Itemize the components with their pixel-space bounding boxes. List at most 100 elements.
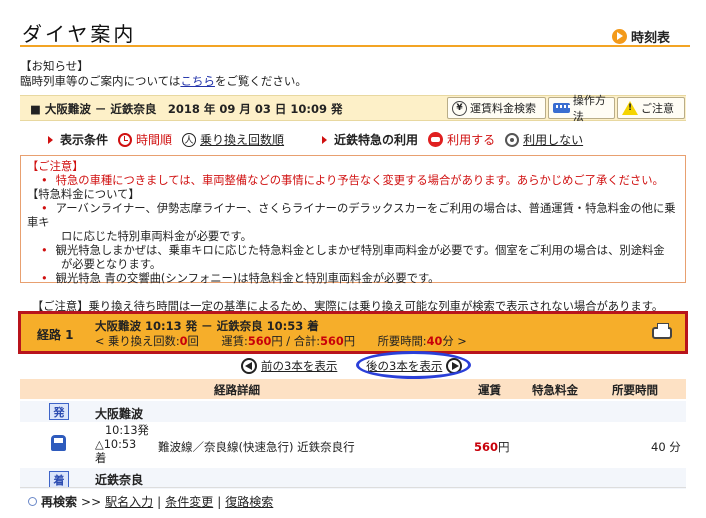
fare-bullet-2: 観光特急しまかぜは、乗車キロに応じた特急料金としまかぜ特別車両料金が必要です。個… bbox=[27, 244, 679, 258]
station-input-link[interactable]: 駅名入力 bbox=[105, 493, 153, 510]
fare-bullet-3-text: 観光特急 青の交響曲(シンフォニー)は特急料金と特別車両料金が必要です。 bbox=[55, 272, 440, 285]
detail-divider bbox=[20, 487, 686, 488]
transfer-order-label: 乗り換え回数順 bbox=[200, 133, 285, 147]
departure-station: 大阪難波 bbox=[95, 407, 144, 421]
notice-text: 臨時列車等のご案内についてはこちらをご覧ください。 bbox=[20, 74, 307, 89]
transfer-note: 【ご注意】乗り換え待ち時間は一定の基準によるため、実際には乗り換え可能な列車が検… bbox=[32, 300, 664, 311]
research-label: 再検索 bbox=[41, 495, 78, 509]
title-rule bbox=[20, 45, 690, 47]
caution-line-text: 特急の車種につきましては、車両整備などの事情により予告なく変更する場合があります… bbox=[55, 174, 664, 187]
caution-line: 特急の車種につきましては、車両整備などの事情により予告なく変更する場合があります… bbox=[27, 174, 679, 188]
return-search-link[interactable]: 復路検索 bbox=[225, 493, 273, 510]
route-stats: < 乗り換え回数:0回 運賃:560円 / 合計:560円 所要時間:40分 > bbox=[95, 333, 467, 349]
condition-change-link[interactable]: 条件変更 bbox=[165, 493, 213, 510]
transfers-unit: 回 運賃: bbox=[187, 335, 248, 348]
how-to-label: 操作方法 bbox=[572, 94, 606, 123]
fare-search-button[interactable]: ¥ 運賃料金検索 bbox=[447, 97, 546, 119]
no-express-option[interactable]: 利用しない bbox=[505, 131, 583, 148]
arrow-right-circle-icon bbox=[446, 358, 463, 374]
segment-fare-value: 560 bbox=[474, 440, 499, 454]
express-usage-label: 近鉄特急の利用 bbox=[334, 133, 419, 147]
page-title: ダイヤ案内 bbox=[22, 22, 137, 46]
fare-bullet-2b: が必要となります。 bbox=[61, 258, 162, 271]
segment-dep-time: 10:13発 bbox=[105, 424, 149, 437]
clock-icon bbox=[118, 132, 133, 147]
arrival-badge: 着 bbox=[49, 471, 69, 488]
pipe-separator: | bbox=[157, 494, 162, 509]
train-icon bbox=[553, 103, 570, 113]
segment-times: 10:13発 △10:53 着 bbox=[95, 424, 149, 466]
total-unit: 円 所要時間: bbox=[343, 335, 427, 348]
triangle-right-icon bbox=[48, 135, 53, 144]
prev-3-label: 前の3本を表示 bbox=[261, 359, 338, 373]
notice-heading: 【お知らせ】 bbox=[20, 59, 89, 73]
fare-bullet-1b: ロに応じた特別車両料金が必要です。 bbox=[61, 230, 252, 243]
print-icon[interactable] bbox=[652, 323, 672, 339]
time-order-label: 時間順 bbox=[136, 133, 173, 147]
departure-badge: 発 bbox=[49, 403, 69, 420]
timetable-link-label: 時刻表 bbox=[631, 31, 671, 46]
time-order-option[interactable]: 時間順 bbox=[118, 131, 172, 148]
caution-heading: 【ご注意】 bbox=[27, 160, 84, 173]
how-to-button[interactable]: 操作方法 bbox=[548, 94, 615, 123]
condition-summary: ■ 大阪難波 － 近鉄奈良 2018 年 09 月 03 日 10:09 発 bbox=[30, 102, 343, 116]
segment-fare-unit: 円 bbox=[498, 440, 510, 454]
arrow-left-circle-icon bbox=[241, 358, 257, 374]
route-fare: 560 bbox=[247, 335, 272, 348]
fare-search-label: 運賃料金検索 bbox=[470, 102, 536, 115]
segment-fare: 560円 bbox=[474, 439, 510, 455]
yen-icon: ¥ bbox=[452, 100, 467, 116]
col-header-detail: 経路詳細 bbox=[214, 383, 260, 397]
notice-text-before: 臨時列車等のご案内については bbox=[20, 74, 181, 88]
caution-box: 【ご注意】 特急の車種につきましては、車両整備などの事情により予告なく変更する場… bbox=[20, 155, 686, 286]
transfer-order-option[interactable]: 人 乗り換え回数順 bbox=[182, 131, 284, 148]
route-duration: 40 bbox=[426, 335, 443, 348]
pipe-separator: | bbox=[217, 494, 222, 509]
col-header-express: 特急料金 bbox=[532, 383, 578, 397]
use-express-label: 利用する bbox=[447, 133, 496, 147]
use-express-option[interactable]: 利用する bbox=[428, 131, 495, 148]
fare-bullet-1: アーバンライナー、伊勢志摩ライナー、さくらライナーのデラックスカーをご利用の場合… bbox=[27, 202, 679, 230]
duration-unit: 分 > bbox=[442, 335, 467, 348]
caution-label: ご注意 bbox=[641, 102, 674, 115]
segment-arr-time: △10:53 bbox=[95, 438, 137, 451]
fare-bullet-1a: アーバンライナー、伊勢志摩ライナー、さくらライナーのデラックスカーをご利用の場合… bbox=[27, 202, 676, 229]
display-condition-label: 表示条件 bbox=[60, 133, 109, 147]
col-header-time: 所要時間 bbox=[612, 383, 658, 397]
route-label: 経路 1 bbox=[37, 328, 74, 342]
transfers-prefix: < 乗り換え回数: bbox=[95, 335, 180, 348]
warning-icon bbox=[622, 101, 638, 115]
prev-3-link[interactable]: 前の3本を表示 bbox=[241, 358, 337, 374]
walk-icon: 人 bbox=[182, 132, 197, 147]
triangle-right-icon bbox=[322, 135, 328, 144]
footer-links: 再検索 >> 駅名入力 | 条件変更 | 復路検索 bbox=[28, 493, 273, 510]
route-summary: 大阪難波 10:13 発 － 近鉄奈良 10:53 着 bbox=[95, 319, 319, 333]
timetable-link[interactable]: 時刻表 bbox=[612, 27, 670, 46]
segment-line: 難波線／奈良線(快速急行) 近鉄奈良行 bbox=[158, 440, 355, 454]
express-icon bbox=[428, 132, 444, 147]
notice-text-after: をご覧ください。 bbox=[214, 74, 307, 88]
fare-heading: 【特急料金について】 bbox=[27, 188, 140, 201]
play-circle-icon bbox=[612, 29, 627, 44]
footer-separator: >> bbox=[81, 494, 102, 509]
fare-bullet-3: 観光特急 青の交響曲(シンフォニー)は特急料金と特別車両料金が必要です。 bbox=[27, 272, 679, 286]
next-3-label: 後の3本を表示 bbox=[366, 359, 443, 373]
pin-icon bbox=[28, 497, 37, 506]
col-header-fare: 運賃 bbox=[478, 383, 501, 397]
arrival-station: 近鉄奈良 bbox=[95, 473, 144, 487]
no-express-label: 利用しない bbox=[523, 133, 584, 147]
next-3-link[interactable]: 後の3本を表示 bbox=[366, 358, 463, 374]
segment-arr-suffix: 着 bbox=[95, 452, 107, 465]
caution-button[interactable]: ご注意 bbox=[617, 97, 685, 119]
train-icon bbox=[51, 435, 66, 451]
route-total: 560 bbox=[320, 335, 344, 348]
transfers-count: 0 bbox=[179, 335, 188, 348]
fare-unit: 円 / 合計: bbox=[271, 335, 321, 348]
notice: 【お知らせ】 臨時列車等のご案内についてはこちらをご覧ください。 bbox=[20, 59, 307, 89]
segment-duration: 40 分 bbox=[651, 440, 681, 454]
fare-bullet-2a: 観光特急しまかぜは、乗車キロに応じた特急料金としまかぜ特別車両料金が必要です。個… bbox=[55, 244, 665, 257]
table-header bbox=[20, 379, 686, 399]
notice-link[interactable]: こちら bbox=[180, 74, 215, 88]
options-row: 表示条件 時間順 人 乗り換え回数順 近鉄特急の利用 利用する 利用しない bbox=[48, 131, 593, 148]
no-express-icon bbox=[505, 132, 520, 147]
